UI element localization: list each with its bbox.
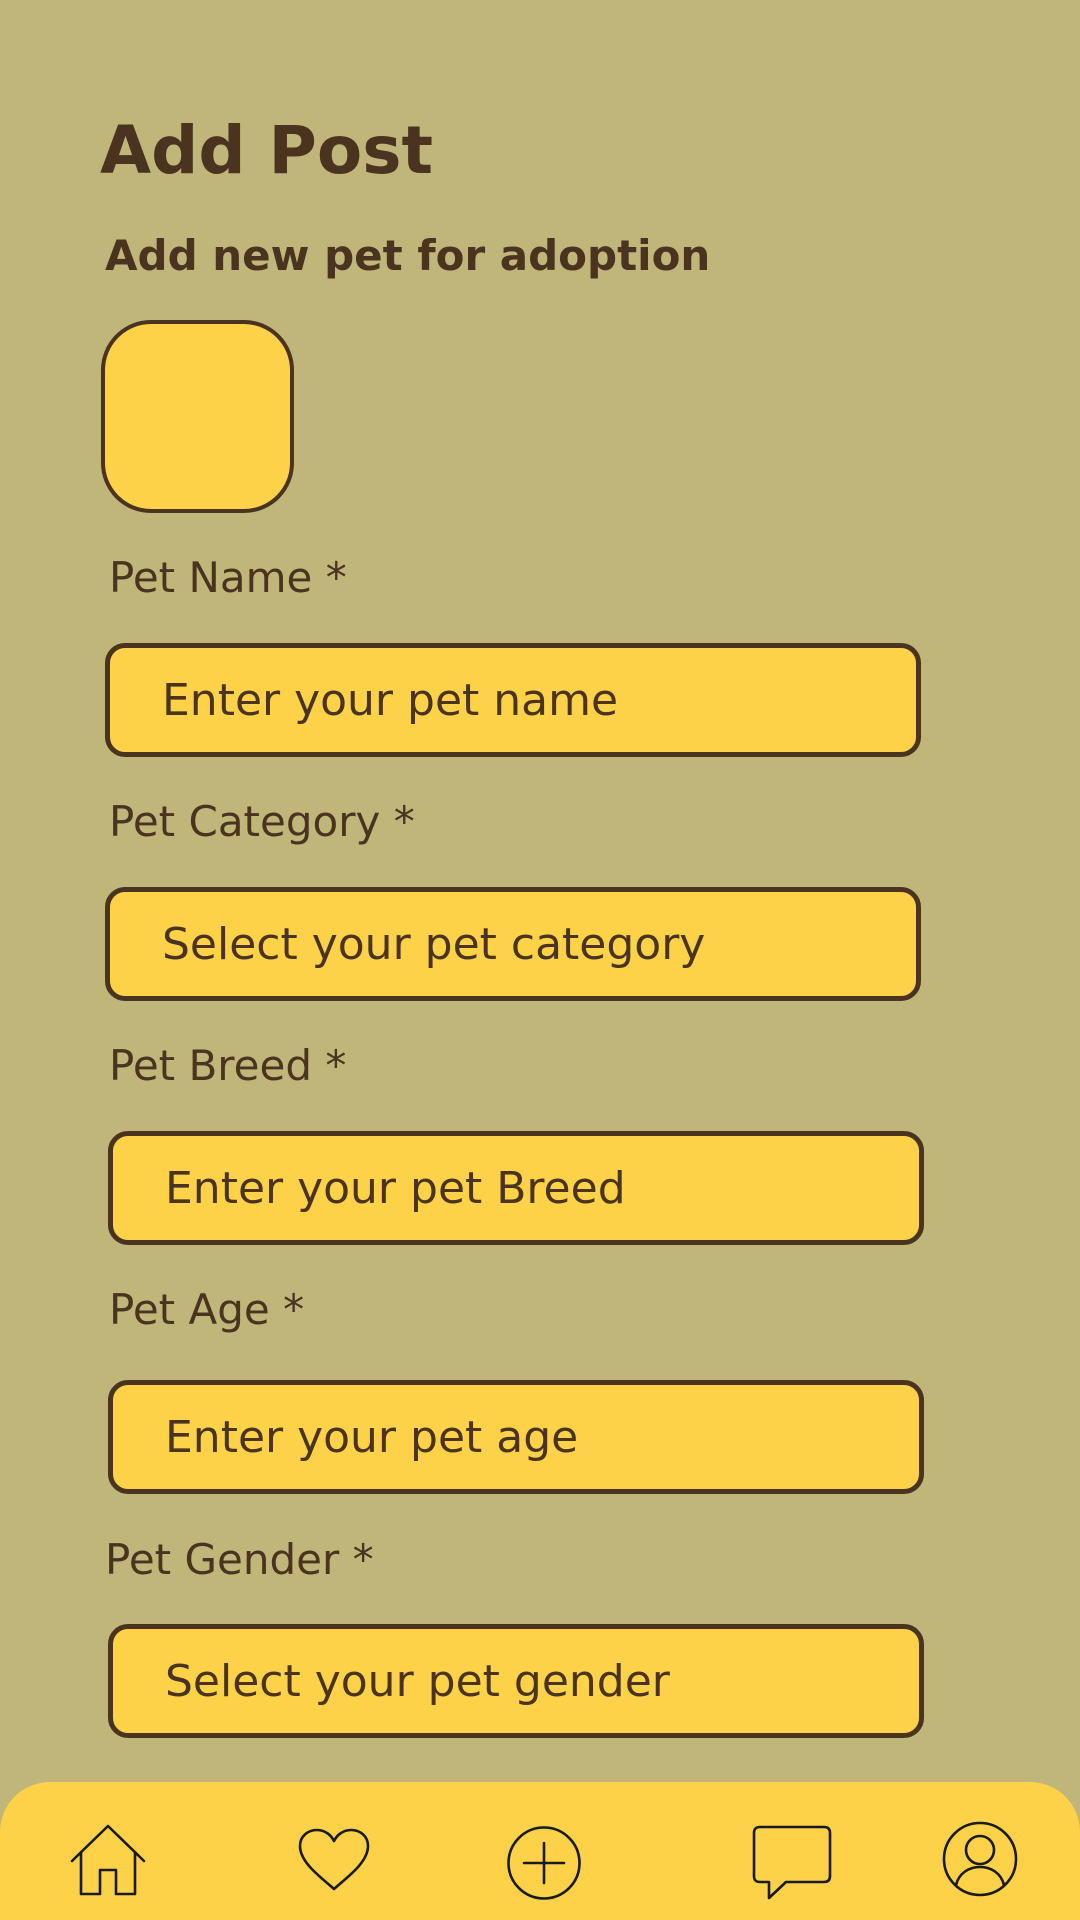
pet-name-input[interactable]: Enter your pet name — [105, 643, 921, 757]
pet-category-label: Pet Category * — [109, 797, 415, 846]
user-circle-icon — [942, 1821, 1018, 1897]
page-title: Add Post — [100, 112, 434, 189]
nav-profile-button[interactable] — [934, 1814, 1026, 1904]
pet-gender-label: Pet Gender * — [105, 1535, 374, 1584]
pet-gender-select[interactable]: Select your pet gender — [108, 1624, 924, 1738]
pet-image-upload[interactable] — [101, 320, 294, 513]
nav-favorites-button[interactable] — [286, 1818, 382, 1902]
nav-messages-button[interactable] — [742, 1818, 842, 1908]
pet-gender-placeholder: Select your pet gender — [165, 1655, 670, 1707]
pet-name-placeholder: Enter your pet name — [162, 674, 619, 726]
pet-breed-label: Pet Breed * — [109, 1041, 347, 1090]
chat-bubble-icon — [752, 1825, 832, 1900]
pet-age-placeholder: Enter your pet age — [165, 1411, 579, 1463]
pet-name-label: Pet Name * — [109, 553, 347, 602]
pet-category-select[interactable]: Select your pet category — [105, 887, 921, 1001]
heart-icon — [298, 1828, 370, 1891]
home-icon — [70, 1824, 146, 1896]
pet-age-label: Pet Age * — [109, 1285, 305, 1334]
nav-add-post-button[interactable] — [494, 1818, 594, 1908]
plus-circle-icon — [507, 1826, 581, 1900]
nav-home-button[interactable] — [60, 1818, 156, 1902]
bottom-nav — [0, 1782, 1080, 1920]
pet-breed-input[interactable]: Enter your pet Breed — [108, 1131, 924, 1245]
page-subtitle: Add new pet for adoption — [105, 231, 711, 280]
pet-breed-placeholder: Enter your pet Breed — [165, 1162, 626, 1214]
pet-age-input[interactable]: Enter your pet age — [108, 1380, 924, 1494]
pet-category-placeholder: Select your pet category — [162, 918, 706, 970]
